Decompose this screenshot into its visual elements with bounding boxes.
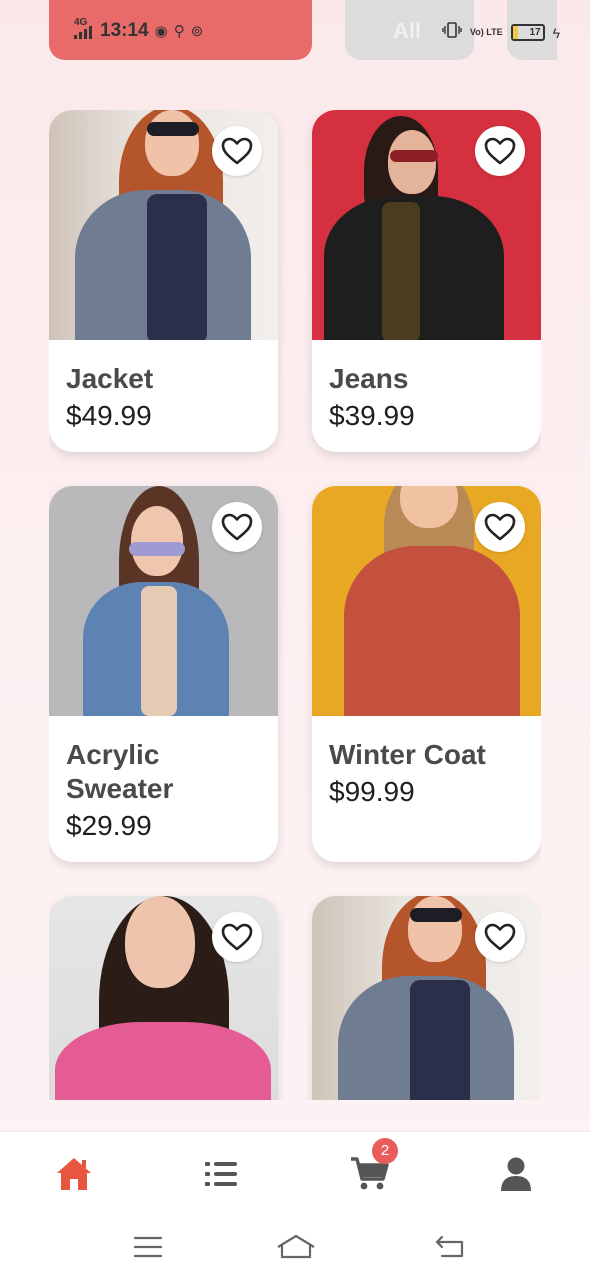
app-notification-icon: ◉ xyxy=(154,23,168,40)
product-card[interactable]: Winter Coat $99.99 xyxy=(312,486,541,862)
heart-icon xyxy=(221,923,253,951)
usb-icon: ⚲ xyxy=(173,23,185,40)
product-grid: Jacket $49.99 Jeans $39.99 Acrylic Sweat… xyxy=(49,110,541,1100)
nav-profile[interactable] xyxy=(494,1152,538,1196)
product-card[interactable]: Jeans $39.99 xyxy=(312,110,541,452)
product-name: Winter Coat xyxy=(329,739,486,770)
nav-categories[interactable] xyxy=(199,1152,243,1196)
product-card[interactable]: Jacket $49.99 xyxy=(49,110,278,452)
nav-home[interactable] xyxy=(52,1152,96,1196)
product-name: Jeans xyxy=(329,363,409,394)
back-icon xyxy=(435,1235,464,1258)
heart-icon xyxy=(221,137,253,165)
status-right: Vo) LTE 17 ϟ xyxy=(442,22,560,43)
network-type: 4G xyxy=(74,17,88,28)
heart-icon xyxy=(221,513,253,541)
volte-indicator: Vo) LTE xyxy=(469,27,503,37)
favorite-button[interactable] xyxy=(212,912,262,962)
product-name: Acrylic Sweater xyxy=(66,739,174,804)
heart-icon xyxy=(484,513,516,541)
favorite-button[interactable] xyxy=(475,912,525,962)
category-chip-label: All xyxy=(393,18,422,43)
product-price: $29.99 xyxy=(66,810,152,841)
back-button[interactable] xyxy=(432,1232,468,1262)
system-navigation-bar xyxy=(0,1216,590,1280)
favorite-button[interactable] xyxy=(212,126,262,176)
status-time: 13:14 xyxy=(100,20,149,41)
favorite-button[interactable] xyxy=(212,502,262,552)
product-card[interactable]: Acrylic Sweater $29.99 xyxy=(49,486,278,862)
heart-icon xyxy=(484,923,516,951)
charging-icon: ϟ xyxy=(552,24,560,41)
home-icon xyxy=(57,1158,91,1190)
battery-fill xyxy=(512,26,518,39)
battery-icon: 17 xyxy=(510,24,545,41)
status-left: 4G 13:14 ◉ ⚲ ⊚ xyxy=(74,17,204,42)
recents-button[interactable] xyxy=(130,1232,166,1262)
product-price: $49.99 xyxy=(66,400,152,431)
heart-icon xyxy=(484,137,516,165)
product-card[interactable] xyxy=(49,896,278,1100)
system-home-icon xyxy=(277,1234,315,1259)
vibrate-icon xyxy=(442,22,462,43)
battery-level: 17 xyxy=(529,27,541,38)
product-price: $39.99 xyxy=(329,400,415,431)
profile-icon xyxy=(501,1157,531,1191)
system-home-button[interactable] xyxy=(276,1232,316,1262)
hotspot-icon: ⊚ xyxy=(190,23,204,40)
favorite-button[interactable] xyxy=(475,502,525,552)
menu-icon xyxy=(133,1236,163,1258)
product-card[interactable] xyxy=(312,896,541,1100)
cart-badge: 2 xyxy=(372,1138,398,1164)
list-icon xyxy=(205,1162,237,1186)
product-price: $99.99 xyxy=(329,776,415,807)
signal-icon: 4G xyxy=(74,17,92,39)
nav-cart[interactable]: 2 xyxy=(348,1138,398,1196)
bottom-navigation: 2 xyxy=(0,1131,590,1217)
product-name: Jacket xyxy=(66,363,154,394)
favorite-button[interactable] xyxy=(475,126,525,176)
